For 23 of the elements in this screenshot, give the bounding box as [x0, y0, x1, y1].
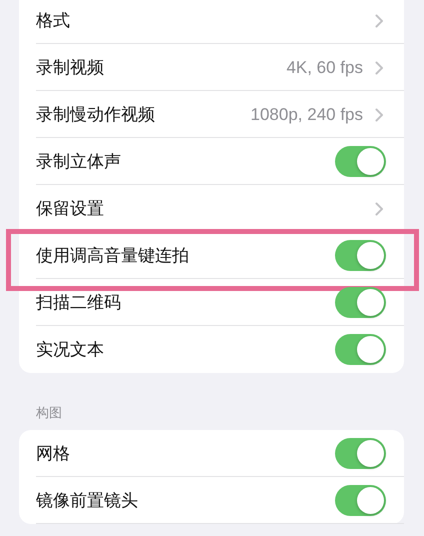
- setting-label: 使用调高音量键连拍: [36, 245, 190, 267]
- setting-label: 网格: [36, 443, 71, 465]
- chevron-icon[interactable]: [375, 108, 384, 122]
- setting-value: 4K, 60 fps: [286, 58, 363, 78]
- section-header: 构图: [35, 405, 63, 423]
- chevron-icon[interactable]: [375, 14, 384, 28]
- setting-label: 镜像前置镜头: [36, 490, 139, 512]
- toggle-switch[interactable]: [335, 146, 386, 177]
- toggle-switch[interactable]: [335, 485, 386, 516]
- setting-label: 格式: [36, 10, 71, 32]
- setting-label: 保留设置: [36, 198, 105, 220]
- toggle-switch[interactable]: [335, 334, 386, 365]
- chevron-icon[interactable]: [375, 202, 384, 216]
- setting-label: 录制慢动作视频: [36, 104, 156, 126]
- setting-value: 1080p, 240 fps: [250, 104, 363, 124]
- setting-label: 录制视频: [36, 57, 105, 79]
- toggle-switch[interactable]: [335, 438, 386, 469]
- toggle-switch[interactable]: [335, 287, 386, 318]
- setting-label: 录制立体声: [36, 151, 122, 173]
- chevron-icon[interactable]: [375, 60, 384, 74]
- toggle-switch[interactable]: [335, 240, 386, 271]
- setting-label: 实况文本: [36, 339, 105, 361]
- setting-label: 扫描二维码: [36, 292, 122, 314]
